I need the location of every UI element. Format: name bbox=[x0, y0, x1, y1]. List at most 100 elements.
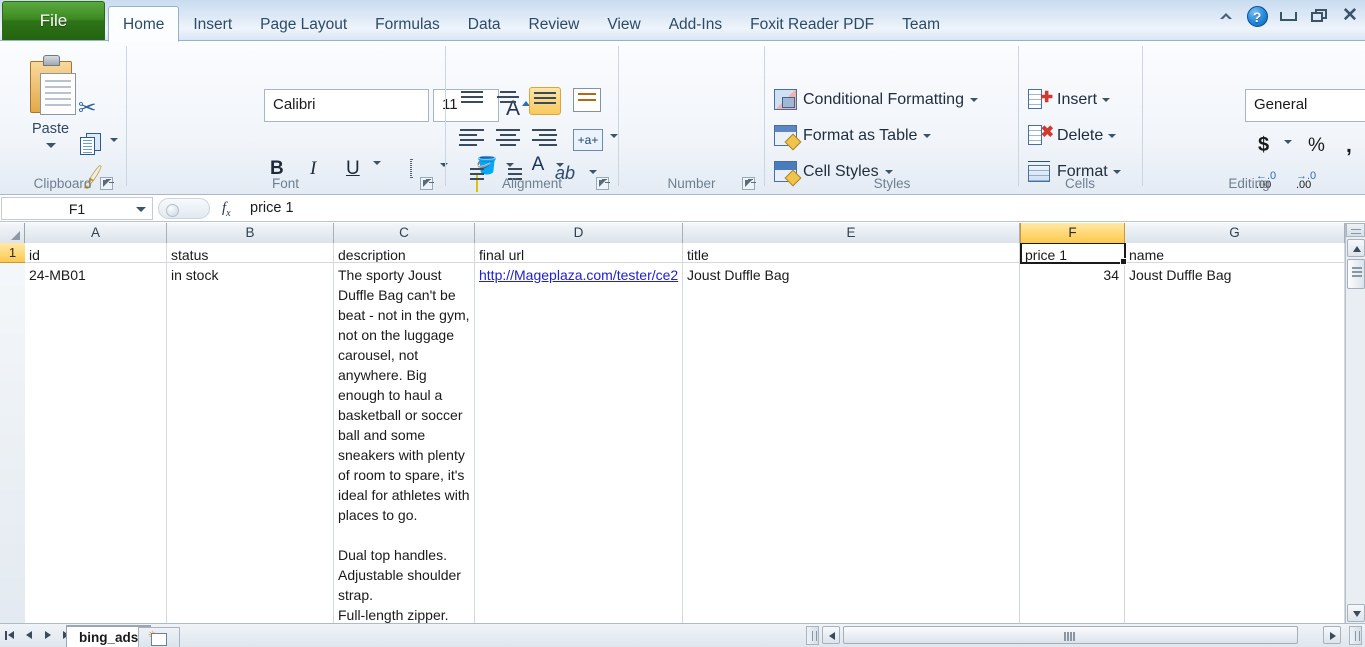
cell-area: id status description final url title na… bbox=[25, 243, 1345, 623]
wrap-text-button[interactable] bbox=[573, 88, 601, 112]
tab-review[interactable]: Review bbox=[515, 8, 594, 41]
scroll-down-button[interactable] bbox=[1347, 604, 1365, 622]
horizontal-split-handle-right[interactable] bbox=[1349, 626, 1362, 645]
tab-formulas[interactable]: Formulas bbox=[361, 8, 454, 41]
cell-f2[interactable]: 34 bbox=[1020, 263, 1125, 623]
column-header-g[interactable]: G bbox=[1125, 223, 1345, 243]
tab-team[interactable]: Team bbox=[888, 8, 954, 41]
cell-d2[interactable]: http://Mageplaza.com/tester/ce2 bbox=[475, 263, 683, 623]
first-sheet-button[interactable] bbox=[4, 628, 18, 643]
clipboard-dialog-launcher[interactable] bbox=[100, 177, 113, 190]
ribbon-tab-bar: File Home Insert Page Layout Formulas Da… bbox=[0, 0, 1365, 42]
row-header-2[interactable] bbox=[0, 263, 25, 643]
window-controls: ? ✕ bbox=[1215, 5, 1361, 27]
sheet-tab-bar: bing_ads ✳ bbox=[0, 623, 1365, 647]
tab-foxit-reader-pdf[interactable]: Foxit Reader PDF bbox=[736, 8, 888, 41]
merge-center-button[interactable]: +a+ bbox=[573, 129, 603, 151]
scroll-right-button[interactable] bbox=[1323, 626, 1341, 644]
cell-e2[interactable]: Joust Duffle Bag bbox=[683, 263, 1020, 623]
next-sheet-button[interactable] bbox=[42, 628, 56, 643]
chevron-down-icon bbox=[1108, 134, 1117, 138]
select-all-button[interactable] bbox=[0, 223, 25, 243]
formula-bar: F1 fx price 1 bbox=[0, 196, 1365, 222]
name-box-value: F1 bbox=[68, 201, 86, 217]
conditional-formatting-button[interactable]: Conditional Formatting bbox=[774, 89, 978, 110]
horizontal-split-handle[interactable] bbox=[806, 626, 819, 645]
vertical-scrollbar[interactable] bbox=[1345, 223, 1365, 623]
ribbon: Paste ✂ 🖌 Clipboard Calibri 11 A A B I U bbox=[0, 41, 1365, 195]
vertical-scroll-thumb[interactable] bbox=[1347, 259, 1365, 289]
group-label-styles: Styles bbox=[873, 176, 911, 191]
group-label-cells: Cells bbox=[1064, 176, 1095, 191]
align-bottom-button[interactable] bbox=[529, 87, 561, 115]
align-left-button[interactable] bbox=[459, 129, 485, 151]
align-top-button[interactable] bbox=[459, 91, 485, 113]
align-right-button[interactable] bbox=[531, 129, 557, 151]
paste-icon bbox=[24, 55, 78, 117]
font-dialog-launcher[interactable] bbox=[420, 177, 433, 190]
prev-sheet-button[interactable] bbox=[23, 628, 37, 643]
chevron-up-icon bbox=[1220, 13, 1232, 20]
column-header-c[interactable]: C bbox=[334, 223, 475, 243]
tab-page-layout[interactable]: Page Layout bbox=[246, 8, 361, 41]
tab-data[interactable]: Data bbox=[454, 8, 515, 41]
scroll-up-button[interactable] bbox=[1347, 239, 1365, 257]
merge-dropdown-button[interactable] bbox=[610, 134, 618, 156]
cell-d1[interactable]: final url bbox=[475, 243, 683, 263]
insert-function-icon[interactable]: fx bbox=[222, 200, 231, 219]
minimize-window-button[interactable] bbox=[1277, 6, 1299, 26]
horizontal-scroll-thumb[interactable] bbox=[843, 626, 1298, 644]
chevron-down-icon bbox=[1102, 98, 1111, 102]
format-as-table-icon bbox=[774, 125, 797, 146]
column-header-e[interactable]: E bbox=[683, 223, 1020, 243]
scroll-left-button[interactable] bbox=[822, 626, 840, 644]
help-button[interactable]: ? bbox=[1246, 5, 1268, 27]
cell-g2[interactable]: Joust Duffle Bag bbox=[1125, 263, 1345, 623]
copy-dropdown-button[interactable] bbox=[110, 138, 118, 160]
restore-window-button[interactable] bbox=[1308, 6, 1330, 26]
formula-cancel-enter-buttons[interactable] bbox=[158, 198, 210, 219]
tab-view[interactable]: View bbox=[593, 8, 654, 41]
active-cell-f1[interactable]: price 1 bbox=[1020, 243, 1127, 265]
align-middle-button[interactable] bbox=[495, 91, 521, 113]
vertical-split-handle[interactable] bbox=[1346, 223, 1365, 237]
alignment-dialog-launcher[interactable] bbox=[596, 177, 609, 190]
column-header-a[interactable]: A bbox=[25, 223, 167, 243]
tab-add-ins[interactable]: Add-Ins bbox=[655, 8, 736, 41]
insert-cells-button[interactable]: ✚ Insert bbox=[1028, 89, 1111, 111]
close-window-button[interactable]: ✕ bbox=[1339, 6, 1361, 26]
name-box[interactable]: F1 bbox=[1, 197, 153, 220]
cell-g1[interactable]: name bbox=[1125, 243, 1345, 263]
tab-home[interactable]: Home bbox=[108, 6, 180, 42]
column-header-f[interactable]: F bbox=[1020, 223, 1125, 243]
chevron-down-icon bbox=[610, 134, 618, 155]
ribbon-tabs: Home Insert Page Layout Formulas Data Re… bbox=[108, 0, 954, 42]
cell-a1[interactable]: id bbox=[25, 243, 167, 263]
chevron-up-icon bbox=[1353, 246, 1361, 252]
row-header-1[interactable]: 1 bbox=[0, 243, 25, 263]
formula-input[interactable]: price 1 bbox=[246, 197, 1363, 220]
tab-insert[interactable]: Insert bbox=[179, 8, 246, 41]
file-tab[interactable]: File bbox=[2, 1, 105, 40]
cell-a2[interactable]: 24-MB01 bbox=[25, 263, 167, 623]
cell-b2[interactable]: in stock bbox=[167, 263, 334, 623]
insert-worksheet-button[interactable]: ✳ bbox=[138, 627, 180, 647]
cut-button[interactable]: ✂ bbox=[78, 95, 96, 121]
cell-c2[interactable]: The sporty Joust Duffle Bag can't be bea… bbox=[334, 263, 475, 623]
font-name-input[interactable]: Calibri bbox=[264, 89, 429, 122]
cell-e1[interactable]: title bbox=[683, 243, 1020, 263]
align-center-button[interactable] bbox=[495, 129, 521, 151]
excel-window: File Home Insert Page Layout Formulas Da… bbox=[0, 0, 1365, 647]
format-as-table-button[interactable]: Format as Table bbox=[774, 125, 932, 146]
delete-cells-button[interactable]: ✖ Delete bbox=[1028, 125, 1117, 147]
minimize-icon bbox=[1279, 11, 1297, 21]
minimize-ribbon-button[interactable] bbox=[1215, 6, 1237, 26]
column-header-d[interactable]: D bbox=[475, 223, 683, 243]
cell-c1[interactable]: description bbox=[334, 243, 475, 263]
group-clipboard: Paste ✂ 🖌 Clipboard bbox=[0, 41, 125, 195]
number-dialog-launcher[interactable] bbox=[742, 177, 755, 190]
column-header-b[interactable]: B bbox=[167, 223, 334, 243]
group-number: General $ % , ←.0.00 →.0.00 Number bbox=[620, 41, 1365, 195]
conditional-formatting-icon bbox=[774, 89, 797, 110]
cell-b1[interactable]: status bbox=[167, 243, 334, 263]
